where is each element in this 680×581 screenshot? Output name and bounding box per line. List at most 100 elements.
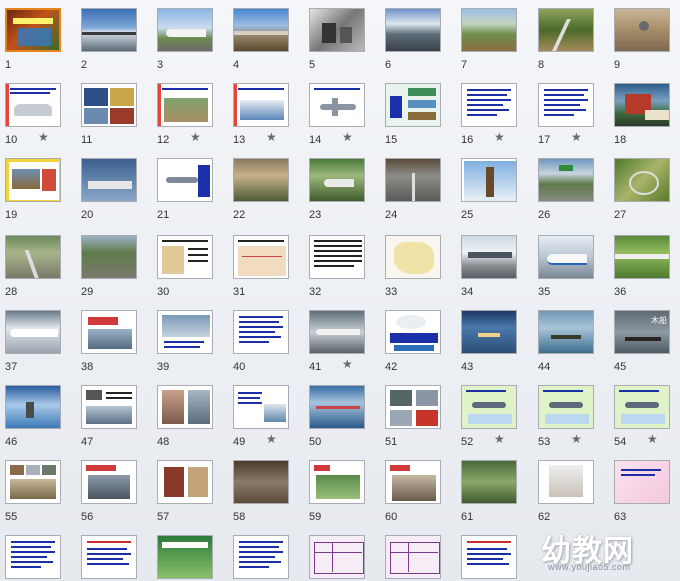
- slide-preview[interactable]: [614, 8, 670, 52]
- slide-thumbnail[interactable]: 52 ★: [461, 385, 517, 448]
- slide-preview[interactable]: [5, 8, 61, 52]
- star-icon[interactable]: ★: [190, 130, 201, 144]
- slide-thumbnail[interactable]: 8: [538, 8, 594, 71]
- star-icon[interactable]: ★: [266, 130, 277, 144]
- star-icon[interactable]: ★: [571, 432, 582, 446]
- slide-preview[interactable]: [538, 235, 594, 279]
- slide-thumbnail[interactable]: 6: [385, 8, 441, 71]
- star-icon[interactable]: ★: [342, 357, 353, 371]
- slide-thumbnail[interactable]: 60: [385, 460, 441, 523]
- slide-thumbnail[interactable]: 20: [81, 158, 137, 221]
- slide-thumbnail[interactable]: 43: [461, 310, 517, 373]
- slide-thumbnail[interactable]: 23: [309, 158, 365, 221]
- slide-preview[interactable]: [461, 83, 517, 127]
- slide-preview[interactable]: [461, 235, 517, 279]
- slide-preview[interactable]: [157, 235, 213, 279]
- slide-preview[interactable]: [5, 310, 61, 354]
- slide-thumbnail[interactable]: 47: [81, 385, 137, 448]
- slide-preview[interactable]: [233, 535, 289, 579]
- star-icon[interactable]: ★: [647, 432, 658, 446]
- slide-thumbnail[interactable]: [385, 535, 441, 579]
- slide-preview[interactable]: [538, 385, 594, 429]
- slide-thumbnail[interactable]: 51: [385, 385, 441, 448]
- slide-preview[interactable]: [233, 83, 289, 127]
- slide-thumbnail[interactable]: 57: [157, 460, 213, 523]
- slide-preview[interactable]: [385, 460, 441, 504]
- slide-preview[interactable]: [461, 460, 517, 504]
- slide-preview[interactable]: [233, 460, 289, 504]
- slide-thumbnail[interactable]: [309, 535, 365, 579]
- slide-thumbnail[interactable]: 61: [461, 460, 517, 523]
- slide-preview[interactable]: [5, 460, 61, 504]
- slide-preview[interactable]: [614, 158, 670, 202]
- slide-thumbnail[interactable]: 44: [538, 310, 594, 373]
- slide-preview[interactable]: [309, 158, 365, 202]
- slide-preview[interactable]: [309, 310, 365, 354]
- slide-thumbnail[interactable]: 16 ★: [461, 83, 517, 146]
- slide-thumbnail[interactable]: 35: [538, 235, 594, 298]
- star-icon[interactable]: ★: [342, 130, 353, 144]
- star-icon[interactable]: ★: [494, 130, 505, 144]
- slide-preview[interactable]: [385, 310, 441, 354]
- slide-thumbnail[interactable]: 21: [157, 158, 213, 221]
- slide-thumbnail[interactable]: 34: [461, 235, 517, 298]
- slide-thumbnail[interactable]: 46: [5, 385, 61, 448]
- slide-preview[interactable]: [538, 158, 594, 202]
- slide-preview[interactable]: [157, 158, 213, 202]
- star-icon[interactable]: ★: [38, 130, 49, 144]
- slide-preview[interactable]: [81, 158, 137, 202]
- slide-thumbnail[interactable]: [81, 535, 137, 579]
- slide-preview[interactable]: [5, 158, 61, 202]
- slide-preview[interactable]: [309, 535, 365, 579]
- slide-thumbnail[interactable]: 木船 45: [614, 310, 670, 373]
- slide-preview[interactable]: [385, 158, 441, 202]
- slide-preview[interactable]: [461, 535, 517, 579]
- slide-preview[interactable]: [5, 235, 61, 279]
- slide-thumbnail[interactable]: 19: [5, 158, 61, 221]
- slide-thumbnail[interactable]: 3: [157, 8, 213, 71]
- slide-preview[interactable]: [461, 158, 517, 202]
- slide-thumbnail[interactable]: 14 ★: [309, 83, 365, 146]
- slide-preview[interactable]: [538, 8, 594, 52]
- slide-thumbnail[interactable]: 13 ★: [233, 83, 289, 146]
- slide-preview[interactable]: [5, 83, 61, 127]
- slide-preview[interactable]: [538, 460, 594, 504]
- slide-preview[interactable]: [233, 8, 289, 52]
- slide-preview[interactable]: [81, 310, 137, 354]
- slide-thumbnail[interactable]: 9: [614, 8, 670, 71]
- slide-thumbnail[interactable]: 49 ★: [233, 385, 289, 448]
- slide-preview[interactable]: [385, 83, 441, 127]
- slide-preview[interactable]: [157, 385, 213, 429]
- slide-thumbnail[interactable]: 40: [233, 310, 289, 373]
- star-icon[interactable]: ★: [266, 432, 277, 446]
- slide-preview[interactable]: [81, 460, 137, 504]
- slide-thumbnail[interactable]: 26: [538, 158, 594, 221]
- slide-preview[interactable]: [81, 235, 137, 279]
- slide-preview[interactable]: [385, 385, 441, 429]
- slide-preview[interactable]: [614, 235, 670, 279]
- slide-preview[interactable]: [461, 8, 517, 52]
- slide-thumbnail[interactable]: 18: [614, 83, 670, 146]
- slide-thumbnail[interactable]: 28: [5, 235, 61, 298]
- slide-thumbnail[interactable]: 25: [461, 158, 517, 221]
- slide-thumbnail[interactable]: 4: [233, 8, 289, 71]
- slide-thumbnail[interactable]: 5: [309, 8, 365, 71]
- slide-thumbnail[interactable]: 24: [385, 158, 441, 221]
- slide-thumbnail[interactable]: [461, 535, 517, 579]
- slide-thumbnail[interactable]: 53 ★: [538, 385, 594, 448]
- slide-thumbnail[interactable]: 32: [309, 235, 365, 298]
- slide-thumbnail[interactable]: 10 ★: [5, 83, 61, 146]
- slide-preview[interactable]: [309, 83, 365, 127]
- slide-thumbnail[interactable]: 2: [81, 8, 137, 71]
- slide-preview[interactable]: [5, 385, 61, 429]
- slide-preview[interactable]: [157, 535, 213, 579]
- slide-preview[interactable]: [157, 8, 213, 52]
- slide-thumbnail[interactable]: 56: [81, 460, 137, 523]
- slide-thumbnail[interactable]: 59: [309, 460, 365, 523]
- slide-preview[interactable]: [233, 310, 289, 354]
- star-icon[interactable]: ★: [494, 432, 505, 446]
- slide-preview[interactable]: [614, 460, 670, 504]
- slide-preview[interactable]: [233, 235, 289, 279]
- slide-thumbnail[interactable]: 48: [157, 385, 213, 448]
- slide-preview[interactable]: [614, 83, 670, 127]
